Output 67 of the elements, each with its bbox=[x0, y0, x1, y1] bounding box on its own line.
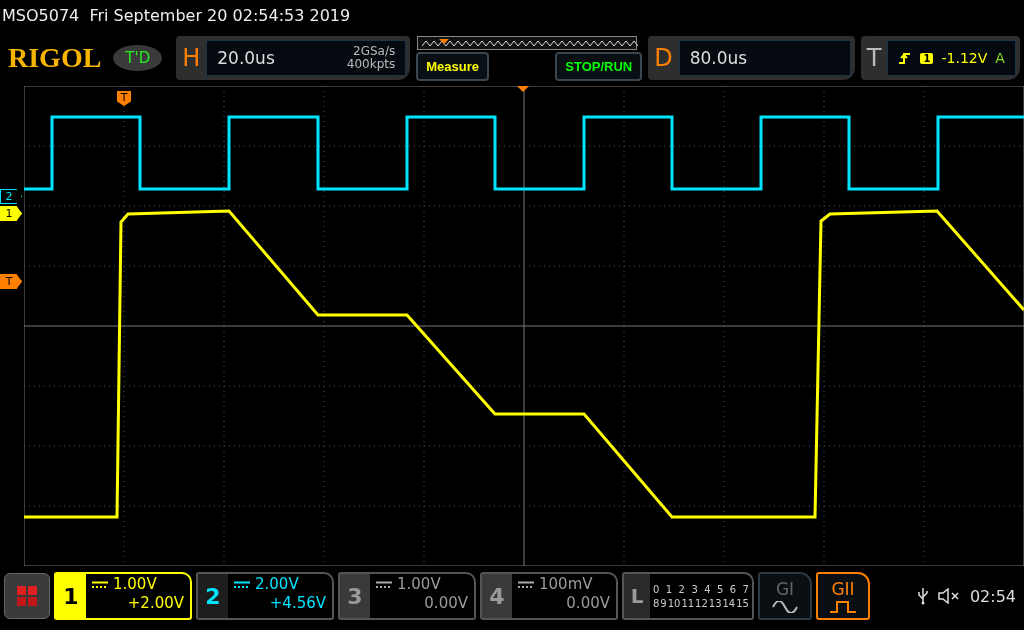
grid-menu-icon bbox=[16, 585, 38, 607]
digital-channel-number: 4 bbox=[704, 583, 711, 595]
clock-time: 02:54 bbox=[969, 586, 1016, 606]
brand-logo: RIGOL bbox=[8, 42, 102, 74]
muted-speaker-icon[interactable] bbox=[937, 588, 960, 604]
channel-scale: 1.00V bbox=[397, 575, 441, 594]
horizontal-label: H bbox=[182, 44, 201, 72]
softkey-button[interactable]: Measure bbox=[416, 51, 489, 81]
digital-channel-number: 2 bbox=[678, 583, 685, 595]
channel-number: 4 bbox=[482, 574, 512, 618]
digital-channel-number: 13 bbox=[708, 597, 722, 609]
softkey-button[interactable]: STOP/RUN bbox=[555, 51, 643, 81]
channel-tile[interactable]: 3 1.00V 0.00V bbox=[338, 572, 476, 620]
channel-number: 1 bbox=[56, 574, 86, 618]
trigger-source: 1 bbox=[920, 52, 934, 64]
digital-channel-number: 0 bbox=[653, 583, 660, 595]
channel-tile[interactable]: 1 1.00V +2.00V bbox=[54, 572, 192, 620]
trigger-position-icon bbox=[517, 86, 529, 92]
digital-channel-number: 7 bbox=[742, 583, 749, 595]
delay-label: D bbox=[654, 44, 673, 72]
channel-offset: +4.56V bbox=[268, 594, 326, 613]
generator-button[interactable]: GII bbox=[816, 572, 870, 620]
dc-coupling-icon bbox=[92, 580, 108, 589]
channel-offset: 0.00V bbox=[565, 594, 610, 613]
trigger-label: T bbox=[866, 44, 882, 72]
channel-number: 2 bbox=[198, 574, 228, 618]
digital-channel-number: 14 bbox=[722, 597, 736, 609]
dc-coupling-icon bbox=[518, 580, 534, 589]
channel-tile[interactable]: 4 100mV 0.00V bbox=[480, 572, 618, 620]
sine-wave-icon bbox=[772, 601, 798, 613]
digital-channel-number: 3 bbox=[691, 583, 698, 595]
logic-label: L bbox=[624, 574, 650, 618]
trigger-level: -1.12V bbox=[941, 50, 988, 66]
logic-channel-tile[interactable]: L 0 1 2 3 4 5 6 7 89 101112 131415 bbox=[622, 572, 754, 620]
digital-channel-number: 5 bbox=[717, 583, 724, 595]
digital-channel-number: 6 bbox=[729, 583, 737, 595]
digital-channel-number: 12 bbox=[695, 597, 708, 609]
channel-scale: 100mV bbox=[539, 575, 593, 594]
channel-offset: +2.00V bbox=[126, 594, 184, 613]
dc-coupling-icon bbox=[376, 580, 392, 589]
dc-coupling-icon bbox=[234, 580, 250, 589]
digital-channel-number: 10 bbox=[667, 597, 681, 609]
run-state-badge: T'D bbox=[113, 45, 163, 71]
digital-channel-number: 1 bbox=[665, 583, 673, 595]
digital-channel-number: 9 bbox=[660, 597, 667, 609]
usb-icon bbox=[917, 587, 928, 605]
horizontal-panel[interactable]: H 20.0us 2GSa/s 400kpts bbox=[176, 36, 411, 80]
rising-edge-icon bbox=[898, 51, 913, 65]
channel-scale: 2.00V bbox=[255, 575, 299, 594]
digital-channel-number: 8 bbox=[653, 597, 660, 609]
channel-scale: 1.00V bbox=[113, 575, 157, 594]
square-wave-icon bbox=[830, 601, 856, 613]
trigger-mode: A bbox=[995, 50, 1005, 66]
digital-channel-number: 11 bbox=[681, 597, 695, 609]
sample-rate: 2GSa/s bbox=[352, 45, 396, 58]
channel-tile[interactable]: 2 2.00V +4.56V bbox=[196, 572, 334, 620]
channel-number: 3 bbox=[340, 574, 370, 618]
channel-marker[interactable]: T bbox=[0, 274, 22, 289]
digital-channel-number: 15 bbox=[736, 597, 749, 609]
trigger-panel[interactable]: T 1 -1.12V A bbox=[860, 36, 1020, 80]
channel-marker[interactable]: 1 bbox=[0, 206, 22, 221]
delay-panel[interactable]: D 80.0us bbox=[648, 36, 855, 80]
memory-depth: 400kpts bbox=[346, 58, 396, 71]
channel-offset: 0.00V bbox=[423, 594, 468, 613]
title-text: MSO5074 Fri September 20 02:54:53 2019 bbox=[1, 5, 352, 27]
delay-value: 80.0us bbox=[689, 48, 748, 68]
timebase-value: 20.0us bbox=[217, 48, 275, 68]
